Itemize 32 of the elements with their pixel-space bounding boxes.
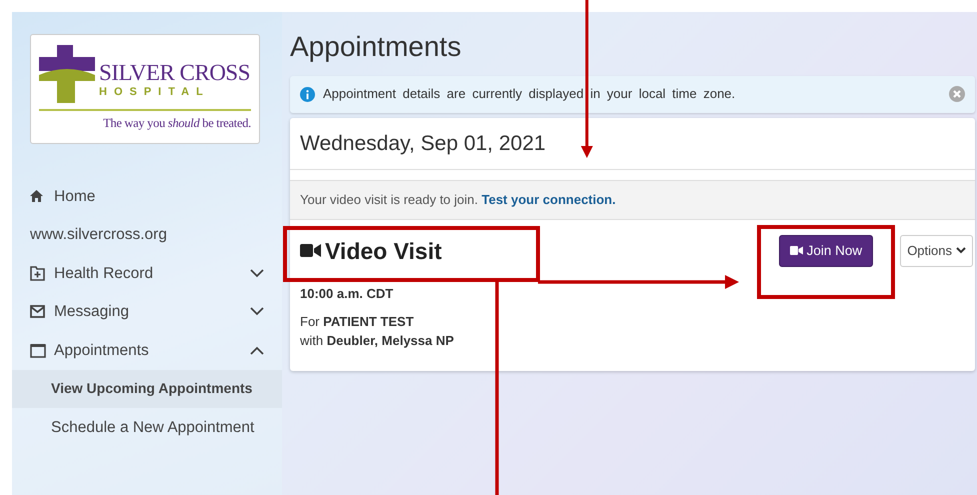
video-camera-icon	[300, 243, 321, 258]
nav-link-text[interactable]: Home	[54, 184, 96, 208]
appointment-date: Wednesday, Sep 01, 2021	[300, 132, 546, 155]
alert-text: Appointment details are currently displayed in your local time zone.	[323, 85, 736, 104]
test-connection-link[interactable]: Test your connection.	[482, 192, 616, 207]
nav-link-text[interactable]: Appointments	[54, 338, 149, 362]
submenu-item[interactable]: View Upcoming Appointments	[12, 370, 282, 408]
video-camera-icon	[790, 246, 803, 256]
logo-subtitle: HOSPITAL	[99, 85, 211, 100]
provider-line: with Deubler, Melyssa NP	[300, 332, 455, 350]
cross-icon	[39, 45, 95, 105]
chevron-icon[interactable]	[250, 268, 264, 278]
envelope-icon	[30, 305, 46, 318]
nav-link-text[interactable]: Health Record	[54, 262, 154, 285]
logo-tagline: The way you should be treated.	[102, 115, 251, 132]
chevron-icon[interactable]	[250, 307, 264, 316]
logo-name: SILVER CROSS	[99, 61, 250, 84]
appointment-time: 10:00 a.m. CDT	[300, 285, 394, 304]
page-title: Appointments	[290, 30, 462, 64]
calendar-icon	[30, 342, 46, 358]
chevron-icon	[956, 247, 966, 254]
notice-text: Your video visit is ready to join. Test your connection.	[300, 190, 616, 209]
join-now-button[interactable]: Join Now	[778, 234, 874, 267]
chevron-icon[interactable]	[250, 346, 264, 355]
visit-title: Video Visit	[325, 236, 442, 266]
nav-link-text[interactable]: Messaging	[54, 300, 129, 324]
folder-plus-icon	[30, 265, 46, 282]
info-icon	[300, 86, 315, 102]
website-text[interactable]: www.silvercross.org	[30, 223, 167, 246]
options-button[interactable]: Options	[900, 235, 973, 267]
submenu-item[interactable]: Schedule a New Appointment	[12, 408, 282, 446]
patient-line: For PATIENT TEST	[300, 312, 415, 331]
